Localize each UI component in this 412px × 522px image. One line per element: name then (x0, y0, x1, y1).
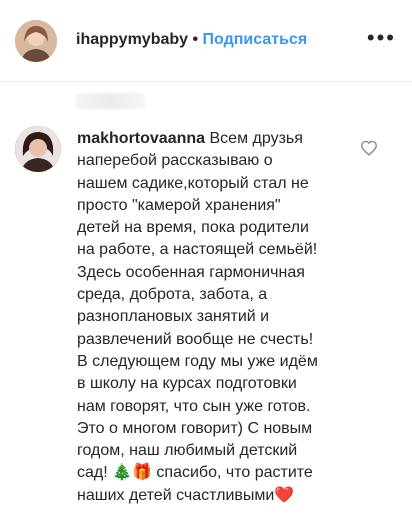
more-options-icon[interactable]: ••• (367, 27, 396, 49)
comment-text: Всем друзья наперебой рассказываю о наше… (77, 130, 318, 504)
commenter-username[interactable]: makhortovaanna (77, 130, 205, 147)
post-header: ihappymybaby • Подписаться ••• (0, 0, 412, 82)
post-author-username[interactable]: ihappymybaby (76, 31, 188, 48)
comment-body: makhortovaanna Всем друзья наперебой рас… (77, 128, 349, 507)
commenter-avatar[interactable] (15, 126, 61, 172)
blurred-content (75, 93, 145, 109)
heart-outline-icon[interactable] (360, 140, 378, 156)
separator-dot: • (192, 31, 199, 48)
profile-avatar[interactable] (15, 20, 57, 62)
post-author: ihappymybaby • Подписаться (76, 31, 307, 49)
follow-button[interactable]: Подписаться (203, 31, 308, 48)
